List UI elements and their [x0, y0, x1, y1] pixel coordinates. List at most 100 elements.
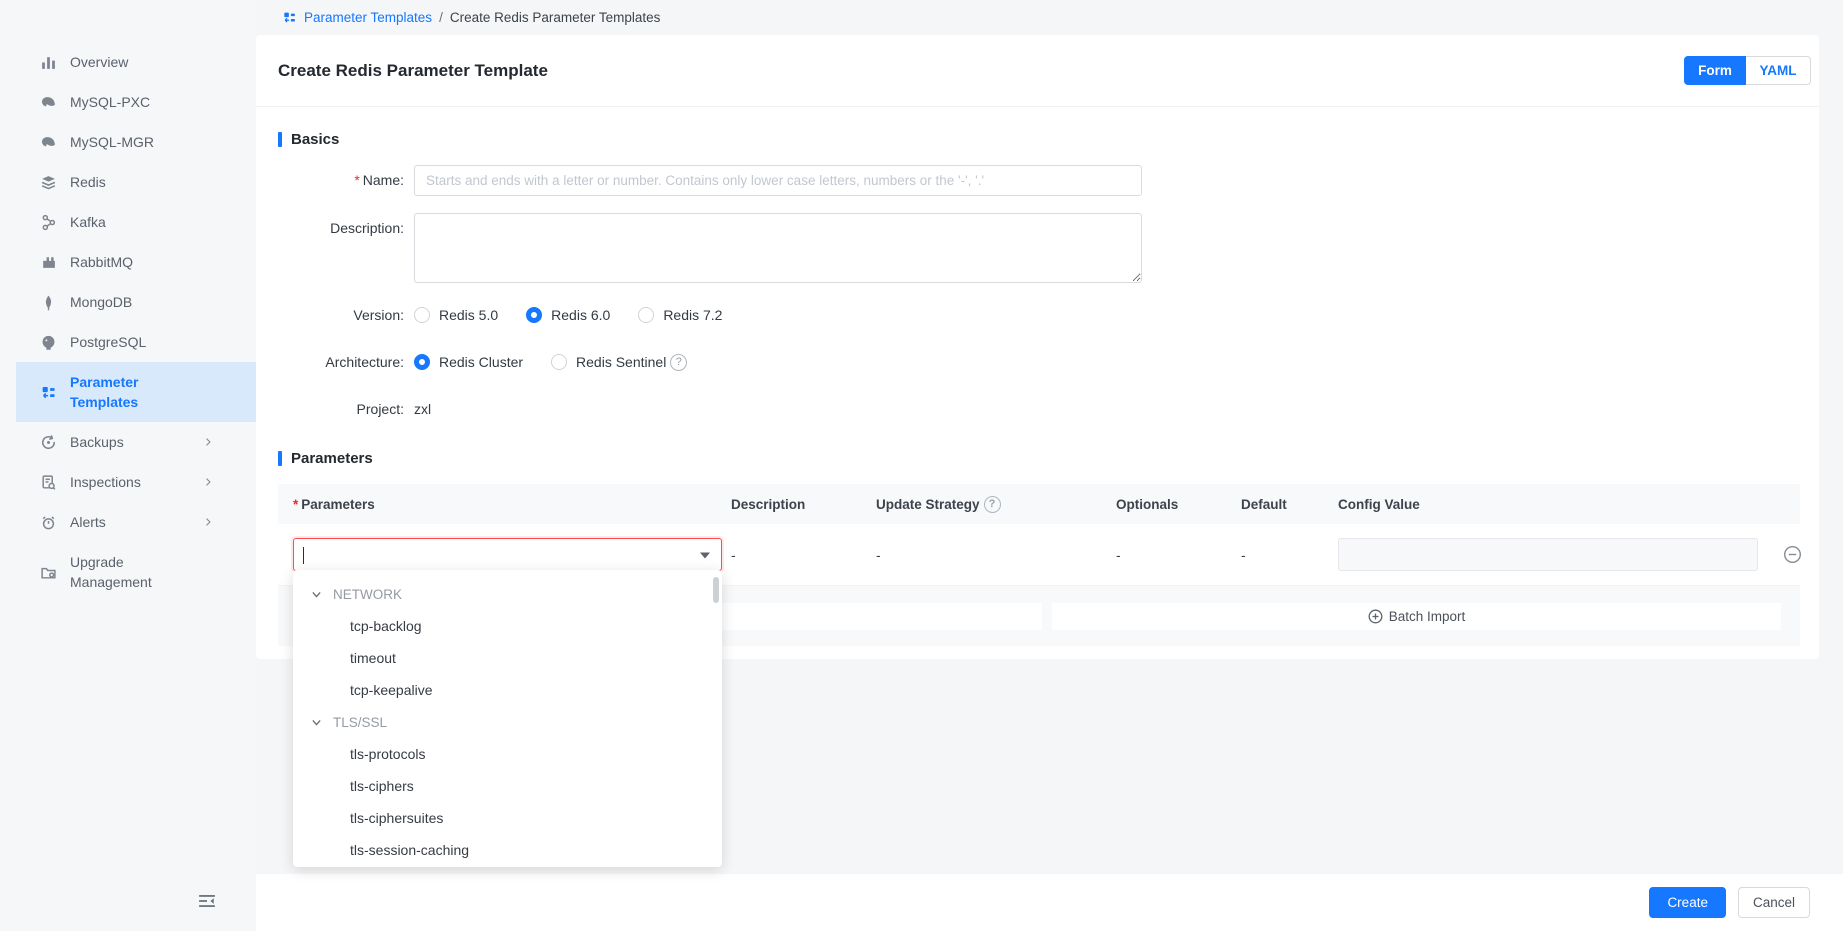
column-header-update-strategy: Update Strategy? [876, 496, 1116, 513]
redis-icon [40, 174, 57, 191]
parameter-select[interactable] [293, 538, 722, 571]
config-value-input[interactable] [1338, 538, 1758, 571]
plus-circle-icon [1368, 609, 1383, 624]
radio-icon [551, 354, 567, 370]
table-header-row: *Parameters Description Update Strategy?… [278, 484, 1800, 524]
column-header-parameters: *Parameters [278, 497, 731, 512]
dropdown-group-tls-ssl[interactable]: TLS/SSL [293, 706, 722, 738]
help-icon[interactable]: ? [984, 496, 1001, 513]
parameters-heading: Parameters [291, 450, 373, 467]
form-view-button[interactable]: Form [1684, 56, 1746, 85]
sidebar-item-mongodb[interactable]: MongoDB [16, 282, 256, 322]
radio-icon [414, 307, 430, 323]
sidebar-item-upgrade-management[interactable]: Upgrade Management [16, 542, 256, 602]
architecture-option-cluster[interactable]: Redis Cluster [414, 347, 523, 377]
chevron-right-icon [202, 476, 214, 488]
breadcrumb-link[interactable]: Parameter Templates [304, 10, 432, 25]
dropdown-item-tls-ciphersuites[interactable]: tls-ciphersuites [293, 802, 722, 834]
dropdown-item-timeout[interactable]: timeout [293, 642, 722, 674]
version-option-redis-5[interactable]: Redis 5.0 [414, 300, 498, 330]
sidebar-item-label: Backups [70, 434, 124, 450]
section-accent-bar [278, 132, 282, 147]
required-mark: * [354, 172, 359, 188]
inspections-icon [40, 474, 57, 491]
sidebar-item-redis[interactable]: Redis [16, 162, 256, 202]
postgresql-icon [40, 334, 57, 351]
version-option-redis-6[interactable]: Redis 6.0 [526, 300, 610, 330]
dropdown-item-tcp-keepalive[interactable]: tcp-keepalive [293, 674, 722, 706]
project-value: zxl [414, 394, 431, 424]
sidebar-item-alerts[interactable]: Alerts [16, 502, 256, 542]
dropdown-item-tls-session-caching[interactable]: tls-session-caching [293, 834, 722, 866]
sidebar-menu: Overview MySQL-PXC MySQL-MGR Redis Kafka [0, 0, 256, 602]
architecture-option-sentinel[interactable]: Redis Sentinel [551, 347, 666, 377]
rabbitmq-icon [40, 254, 57, 271]
default-cell: - [1241, 547, 1338, 563]
required-mark: * [293, 497, 298, 512]
sidebar-item-kafka[interactable]: Kafka [16, 202, 256, 242]
dropdown-item-tls-protocols[interactable]: tls-protocols [293, 738, 722, 770]
sidebar-item-parameter-templates[interactable]: Parameter Templates [16, 362, 256, 422]
sidebar-item-label: Alerts [70, 514, 106, 530]
radio-selected-icon [526, 307, 542, 323]
page-footer: Create Cancel [256, 874, 1843, 931]
description-textarea[interactable] [414, 213, 1142, 283]
section-accent-bar [278, 451, 282, 466]
name-input[interactable] [414, 165, 1142, 196]
sidebar-item-inspections[interactable]: Inspections [16, 462, 256, 502]
mysql-icon [40, 94, 57, 111]
mongodb-icon [40, 294, 57, 311]
config-value-cell [1338, 538, 1783, 571]
sidebar-item-postgresql[interactable]: PostgreSQL [16, 322, 256, 362]
architecture-label: Architecture: [278, 347, 414, 377]
card-body: Basics *Name: Description: Version: Redi… [256, 107, 1819, 646]
update-strategy-cell: - [876, 547, 1116, 563]
sidebar-item-label: MySQL-PXC [70, 94, 150, 110]
sidebar-item-label: Overview [70, 54, 128, 70]
chevron-right-icon [202, 516, 214, 528]
sidebar-item-mysql-pxc[interactable]: MySQL-PXC [16, 82, 256, 122]
dropdown-group-label: TLS/SSL [333, 715, 387, 730]
backups-icon [40, 434, 57, 451]
basics-form: *Name: Description: Version: Redis 5.0 R… [278, 165, 1800, 424]
dropdown-item-tcp-backlog[interactable]: tcp-backlog [293, 610, 722, 642]
alerts-icon [40, 514, 57, 531]
sidebar-collapse-icon[interactable] [196, 892, 218, 910]
name-label: *Name: [278, 165, 414, 196]
batch-import-button[interactable]: Batch Import [1052, 603, 1781, 630]
mysql-icon [40, 134, 57, 151]
breadcrumb-separator: / [439, 10, 443, 25]
remove-row-icon[interactable] [1783, 545, 1802, 564]
dropdown-group-network[interactable]: NETWORK [293, 578, 722, 610]
sidebar-item-label: PostgreSQL [70, 334, 146, 350]
cancel-button[interactable]: Cancel [1738, 887, 1810, 918]
sidebar-item-mysql-mgr[interactable]: MySQL-MGR [16, 122, 256, 162]
sidebar-item-rabbitmq[interactable]: RabbitMQ [16, 242, 256, 282]
parameters-section-title: Parameters [278, 450, 1800, 467]
sidebar: Overview MySQL-PXC MySQL-MGR Redis Kafka [0, 0, 256, 931]
sidebar-item-label: Redis [70, 174, 106, 190]
version-option-redis-7[interactable]: Redis 7.2 [638, 300, 722, 330]
yaml-view-button[interactable]: YAML [1746, 56, 1811, 85]
dropdown-scrollbar-thumb[interactable] [713, 577, 719, 603]
help-icon[interactable]: ? [670, 354, 687, 371]
dropdown-item-tls-ciphers[interactable]: tls-ciphers [293, 770, 722, 802]
sidebar-item-overview[interactable]: Overview [16, 42, 256, 82]
project-label: Project: [278, 394, 414, 424]
view-toggle: Form YAML [1684, 56, 1811, 85]
radio-icon [638, 307, 654, 323]
text-caret [303, 547, 304, 564]
create-button[interactable]: Create [1649, 887, 1726, 918]
breadcrumb-current: Create Redis Parameter Templates [450, 10, 661, 25]
description-cell: - [731, 547, 876, 563]
column-header-description: Description [731, 497, 876, 512]
sidebar-item-label: MongoDB [70, 294, 132, 310]
column-header-config-value: Config Value [1338, 497, 1783, 512]
description-row: Description: [278, 213, 1800, 283]
sidebar-item-backups[interactable]: Backups [16, 422, 256, 462]
kafka-icon [40, 214, 57, 231]
card-header: Create Redis Parameter Template Form YAM… [256, 35, 1819, 107]
actions-cell [1783, 545, 1802, 564]
dropdown-group-label: NETWORK [333, 587, 402, 602]
parameter-select-cell [278, 538, 731, 571]
